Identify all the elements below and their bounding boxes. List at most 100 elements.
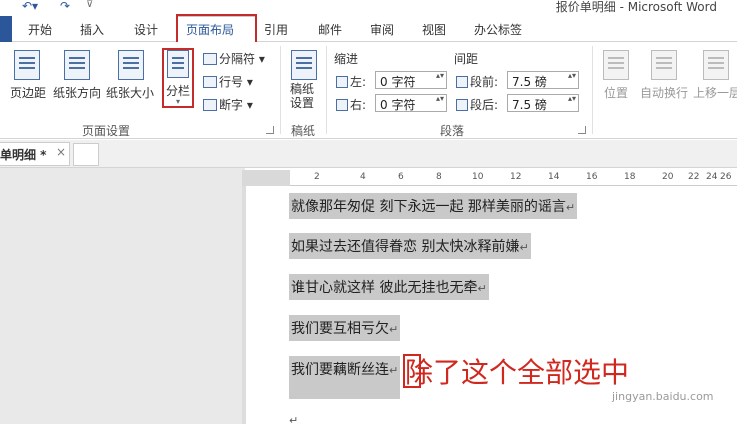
vertical-ruler: [242, 186, 246, 424]
spacing-before-label: 段前:: [456, 73, 498, 90]
orientation-button[interactable]: 纸张方向: [53, 84, 101, 101]
draft-settings-button[interactable]: [290, 50, 318, 80]
hyphenation-label: 断字: [219, 98, 244, 112]
annotation-caption: 除了这个全部选中: [405, 356, 630, 389]
line-text: 我们要互相亏欠: [291, 321, 389, 337]
indent-heading: 缩进: [334, 52, 359, 66]
size-button-icon-wrap[interactable]: [116, 50, 146, 80]
document-line[interactable]: 就像那年匆促 刻下永远一起 那样美丽的谣言↵: [289, 193, 578, 219]
spacing-before-icon: [456, 76, 468, 88]
line-numbers-icon: [203, 76, 217, 88]
new-tab-button[interactable]: [73, 143, 99, 166]
line-text: 就像那年匆促 刻下永远一起 那样美丽的谣言: [291, 199, 566, 215]
document-line[interactable]: 我们要互相亏欠↵: [289, 315, 401, 341]
size-button[interactable]: 纸张大小: [106, 84, 154, 101]
paragraph-launcher-icon[interactable]: [578, 126, 586, 134]
bring-forward-label[interactable]: 上移一层: [693, 84, 737, 101]
indent-left-label: 左:: [336, 73, 366, 90]
group-label-paragraph: 段落: [440, 124, 465, 138]
tab-view[interactable]: 视图: [422, 21, 446, 38]
redo-icon[interactable]: ↷: [60, 0, 70, 13]
breaks-label: 分隔符: [219, 52, 256, 66]
ruler-number: 24: [706, 172, 718, 182]
draft-paper-icon: [291, 50, 317, 80]
spacing-heading: 间距: [454, 52, 479, 66]
ribbon: 页边距 纸张方向 纸张大小 分栏 ▾ 分隔符 ▾ 行号 ▾ 断字 ▾ 页面设置 …: [0, 42, 737, 139]
group-label-draft: 稿纸: [291, 124, 316, 138]
ribbon-tabs: 开始 插入 设计 页面布局 引用 邮件 审阅 视图 办公标签: [0, 16, 737, 43]
ruler-number: 8: [436, 172, 442, 182]
document-line[interactable]: 我们要藕断丝连↵: [289, 356, 401, 399]
indent-right-icon: [336, 99, 348, 111]
indent-right-label: 右:: [336, 96, 366, 113]
indent-left-icon: [336, 76, 348, 88]
ruler-number: 10: [472, 172, 484, 182]
ruler-number: 6: [398, 172, 404, 182]
separator: [280, 46, 281, 134]
spacing-after-text: 段后:: [470, 98, 499, 112]
paragraph-mark: ↵: [477, 282, 487, 295]
spacing-after-icon: [456, 99, 468, 111]
tab-references[interactable]: 引用: [264, 21, 288, 38]
paragraph-mark: ↵: [519, 241, 529, 254]
spacing-before-input[interactable]: 7.5 磅: [507, 71, 579, 89]
ruler-margin: [242, 170, 290, 186]
bring-forward-icon: [703, 50, 729, 80]
undo-icon[interactable]: ↶▾: [22, 0, 38, 13]
wrap-text-button[interactable]: [650, 50, 678, 80]
highlight-box-columns: [162, 48, 194, 108]
bring-forward-button[interactable]: [702, 50, 730, 80]
document-line[interactable]: 如果过去还值得眷恋 别太快冰释前嫌↵: [289, 233, 531, 259]
line-text: 谁甘心就这样 彼此无挂也无牵: [291, 280, 478, 296]
hyphenation-icon: [203, 99, 217, 111]
ruler-number: 16: [586, 172, 598, 182]
draft-settings-label[interactable]: 稿纸 设置: [290, 82, 314, 110]
tab-file[interactable]: [0, 16, 12, 42]
indent-right-text: 右:: [350, 98, 367, 112]
wrap-text-icon: [651, 50, 677, 80]
indent-left-input[interactable]: 0 字符: [375, 71, 447, 89]
customize-qat-icon[interactable]: ⊽: [86, 0, 93, 10]
group-label-page-setup: 页面设置: [82, 124, 131, 138]
page-setup-launcher-icon[interactable]: [266, 126, 274, 134]
document-line[interactable]: 谁甘心就这样 彼此无挂也无牵↵: [289, 274, 489, 300]
spacing-after-label: 段后:: [456, 96, 498, 113]
indent-right-input[interactable]: 0 字符: [375, 94, 447, 112]
ruler-number: 12: [510, 172, 522, 182]
indent-left-text: 左:: [350, 75, 367, 89]
line-text: 如果过去还值得眷恋 别太快冰释前嫌: [291, 239, 520, 255]
line-numbers-button[interactable]: 行号 ▾: [203, 73, 253, 90]
position-label[interactable]: 位置: [604, 84, 628, 101]
orientation-icon: [64, 50, 90, 80]
spacing-after-input[interactable]: 7.5 磅: [507, 94, 579, 112]
title-bar: ↶▾ ↷ ⊽ 报价单明细 - Microsoft Word: [0, 0, 737, 14]
line-text: 我们要藕断丝连: [291, 362, 389, 378]
horizontal-ruler[interactable]: 2 2 4 6 8 10 12 14 16 18 20 22 24 26: [242, 170, 737, 186]
ruler-number: 26: [720, 172, 732, 182]
document-tab-strip: [0, 140, 737, 168]
ruler-number: 4: [360, 172, 366, 182]
tab-home[interactable]: 开始: [28, 21, 52, 38]
spacing-before-text: 段前:: [470, 75, 499, 89]
tab-insert[interactable]: 插入: [80, 21, 104, 38]
separator: [326, 46, 327, 134]
tab-mailings[interactable]: 邮件: [318, 21, 342, 38]
margins-button[interactable]: 页边距: [10, 84, 46, 101]
orientation-button-icon-wrap[interactable]: [62, 50, 92, 80]
paragraph-mark: ↵: [289, 414, 299, 427]
wrap-text-label[interactable]: 自动换行: [640, 84, 688, 101]
position-button[interactable]: [602, 50, 630, 80]
tab-design[interactable]: 设计: [134, 21, 158, 38]
hyphenation-button[interactable]: 断字 ▾: [203, 96, 253, 113]
breaks-button[interactable]: 分隔符 ▾: [203, 50, 265, 67]
tab-review[interactable]: 审阅: [370, 21, 394, 38]
margins-button-icon-wrap[interactable]: [14, 50, 40, 80]
breaks-icon: [203, 53, 217, 65]
paper-size-icon: [118, 50, 144, 80]
tab-office-tab[interactable]: 办公标签: [474, 21, 522, 38]
close-icon[interactable]: ×: [56, 145, 66, 159]
document-tab-label[interactable]: 单明细 *: [0, 146, 46, 163]
margins-icon: [14, 50, 40, 80]
highlight-box-tab: [176, 14, 257, 44]
watermark: jingyan.baidu.com: [612, 390, 714, 403]
